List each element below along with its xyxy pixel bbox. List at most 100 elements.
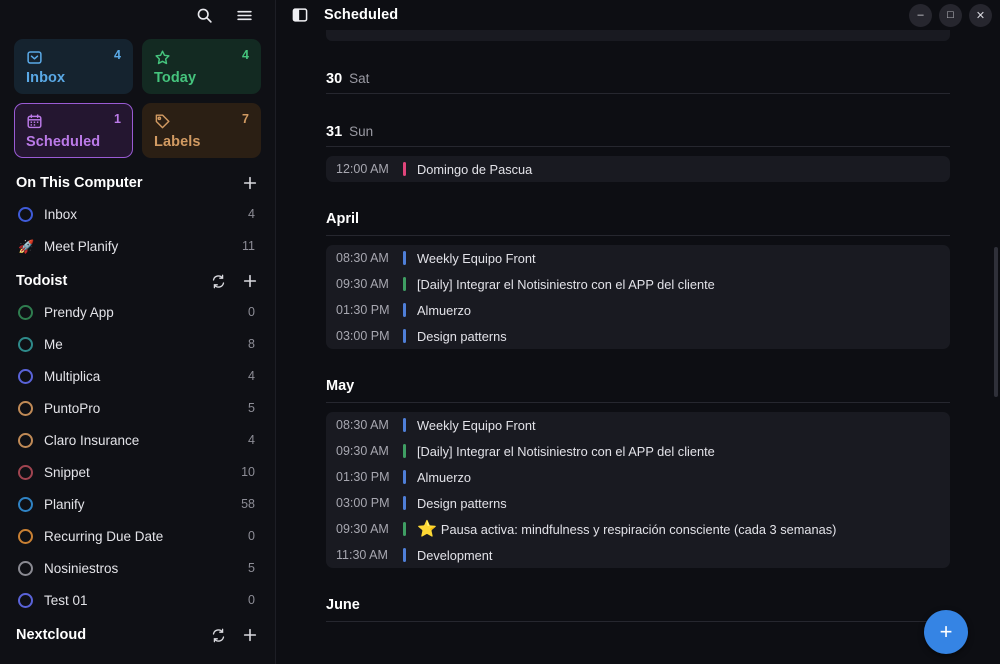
event-row[interactable]: 09:30 AM [Daily] Integrar el Notisiniestr… xyxy=(326,271,950,297)
event-row[interactable]: 03:00 PM Design patterns xyxy=(326,323,950,349)
add-task-button[interactable]: + xyxy=(924,610,968,654)
day-name: Sat xyxy=(349,71,370,86)
sync-icon[interactable] xyxy=(209,272,227,290)
sidebar-section-actions xyxy=(209,272,259,290)
project-color-dot xyxy=(18,496,33,512)
event-row[interactable]: 09:30 AM ⭐ Pausa activa: mindfulness y res… xyxy=(326,516,950,542)
quick-filter-cards: 4 Inbox 4 Today 1 Scheduled 7 Labels xyxy=(0,30,275,164)
header-bar: Scheduled – □ ✕ xyxy=(276,0,1000,30)
vertical-scrollbar[interactable] xyxy=(994,34,998,660)
sidebar-item-puntopro[interactable]: PuntoPro 5 xyxy=(0,392,275,424)
filter-card-count: 1 xyxy=(114,112,121,126)
event-row[interactable]: 01:30 PM Almuerzo xyxy=(326,297,950,323)
project-color-dot xyxy=(18,336,33,352)
month-name: June xyxy=(326,597,360,613)
project-color-dot xyxy=(18,592,33,608)
sync-icon[interactable] xyxy=(209,626,227,644)
sidebar-section-header: Todoist xyxy=(0,262,275,296)
star-icon xyxy=(154,49,171,66)
event-color-bar xyxy=(403,496,406,510)
add-icon[interactable] xyxy=(241,272,259,290)
sidebar-section-header: Nextcloud xyxy=(0,616,275,650)
event-title: Pausa activa: mindfulness y respiración … xyxy=(440,521,837,537)
filter-card-label: Scheduled xyxy=(26,134,101,150)
sidebar-item-label: Prendy App xyxy=(44,304,114,320)
minimize-button[interactable]: – xyxy=(909,3,932,27)
sidebar-item-label: Claro Insurance xyxy=(44,432,140,448)
event-row[interactable]: 01:30 PM Almuerzo xyxy=(326,30,950,33)
sidebar-item-label: Me xyxy=(44,336,63,352)
sidebar-item-claro-insurance[interactable]: Claro Insurance 4 xyxy=(0,424,275,456)
sidebar-item-count: 8 xyxy=(248,337,255,351)
sidebar-item-label: Multiplica xyxy=(44,368,101,384)
sidebar-item-label: Snippet xyxy=(44,464,90,480)
sidebar-item-planify[interactable]: Planify 58 xyxy=(0,488,275,520)
event-row[interactable]: 01:30 PM Almuerzo xyxy=(326,464,950,490)
project-color-dot xyxy=(18,528,33,544)
month-header: April xyxy=(326,182,950,235)
sidebar-item-me[interactable]: Me 8 xyxy=(0,328,275,360)
event-color-bar xyxy=(403,444,406,458)
event-title: Almuerzo xyxy=(417,469,472,485)
add-icon[interactable] xyxy=(241,626,259,644)
sidebar-item-nosiniestros[interactable]: Nosiniestros 5 xyxy=(0,552,275,584)
event-row[interactable]: 03:00 PM Design patterns xyxy=(326,490,950,516)
filter-card-today[interactable]: 4 Today xyxy=(142,39,261,94)
sidebar-toggle-icon[interactable] xyxy=(290,5,310,25)
filter-card-inbox[interactable]: 4 Inbox xyxy=(14,39,133,94)
maximize-button[interactable]: □ xyxy=(939,3,962,27)
sidebar-section-title: On This Computer xyxy=(16,175,143,191)
event-title: [Daily] Integrar el Notisiniestro con el… xyxy=(417,443,715,459)
sidebar-item-count: 4 xyxy=(248,207,255,221)
event-time: 09:30 AM xyxy=(336,444,389,458)
sidebar-item-label: PuntoPro xyxy=(44,400,101,416)
sidebar-item-count: 58 xyxy=(241,497,255,511)
event-time: 01:30 PM xyxy=(336,303,390,317)
scrollbar-thumb[interactable] xyxy=(994,246,998,398)
event-row[interactable]: 08:30 AM Weekly Equipo Front xyxy=(326,412,950,438)
section-divider xyxy=(326,621,950,622)
sidebar-item-multiplica[interactable]: Multiplica 4 xyxy=(0,360,275,392)
filter-card-scheduled[interactable]: 1 Scheduled xyxy=(14,103,133,158)
schedule-groups: 30 Sat 31 Sun 12:00 AM Domingo de Pascua April… xyxy=(326,41,950,622)
event-title: [Daily] Integrar el Notisiniestro con el… xyxy=(417,276,715,292)
sidebar-item-count: 4 xyxy=(248,433,255,447)
event-group: 08:30 AM Weekly Equipo Front 09:30 AM [Dail… xyxy=(326,245,950,349)
sidebar-item-prendy-app[interactable]: Prendy App 0 xyxy=(0,296,275,328)
project-color-dot xyxy=(18,368,33,384)
clipped-event-row[interactable]: 01:30 PM Almuerzo xyxy=(326,30,950,41)
sidebar-item-count: 0 xyxy=(248,529,255,543)
sidebar-item-count: 0 xyxy=(248,305,255,319)
event-row[interactable]: 09:30 AM [Daily] Integrar el Notisiniestr… xyxy=(326,438,950,464)
schedule-scroll-area[interactable]: 01:30 PM Almuerzo 30 Sat 31 Sun 12:00 AM Domi… xyxy=(276,30,1000,664)
close-button[interactable]: ✕ xyxy=(969,3,992,27)
sidebar-item-meet-planify[interactable]: 🚀 Meet Planify 11 xyxy=(0,230,275,262)
sidebar-section-actions xyxy=(241,174,259,192)
filter-card-labels[interactable]: 7 Labels xyxy=(142,103,261,158)
menu-icon[interactable] xyxy=(233,4,255,26)
sidebar-item-inbox[interactable]: Inbox 4 xyxy=(0,198,275,230)
event-row[interactable]: 11:30 AM Development xyxy=(326,542,950,568)
sidebar-item-snippet[interactable]: Snippet 10 xyxy=(0,456,275,488)
sidebar-item-label: Planify xyxy=(44,496,85,512)
search-icon[interactable] xyxy=(193,4,215,26)
sidebar-item-recurring-due-date[interactable]: Recurring Due Date 0 xyxy=(0,520,275,552)
add-icon[interactable] xyxy=(241,174,259,192)
sidebar-topbar xyxy=(0,0,275,30)
event-row[interactable]: 12:00 AM Domingo de Pascua xyxy=(326,156,950,182)
event-time: 03:00 PM xyxy=(336,329,390,343)
event-row[interactable]: 08:30 AM Weekly Equipo Front xyxy=(326,245,950,271)
section-divider xyxy=(326,402,950,403)
sidebar: 4 Inbox 4 Today 1 Scheduled 7 Labels On … xyxy=(0,0,276,664)
sidebar-item-label: Meet Planify xyxy=(44,238,119,254)
event-time: 09:30 AM xyxy=(336,522,389,536)
sidebar-item-count: 10 xyxy=(241,465,255,479)
month-header: May xyxy=(326,349,950,402)
sidebar-item-test-01[interactable]: Test 01 0 xyxy=(0,584,275,616)
event-color-bar xyxy=(403,470,406,484)
section-divider xyxy=(326,235,950,236)
section-divider xyxy=(326,146,950,147)
filter-card-label: Inbox xyxy=(26,70,66,86)
calendar-icon xyxy=(26,113,43,130)
sidebar-item-label: Recurring Due Date xyxy=(44,528,164,544)
